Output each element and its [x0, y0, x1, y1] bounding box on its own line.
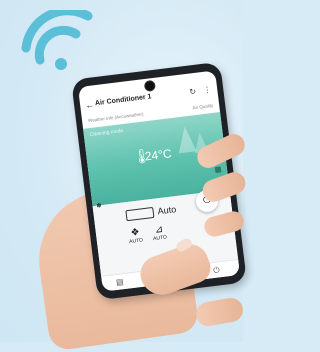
eco-icon[interactable]: ✽ [96, 202, 102, 210]
power-nav-icon[interactable]: ⏻ [213, 265, 220, 276]
more-vertical-icon[interactable]: ⋮ [203, 85, 212, 95]
fan-mode-button[interactable]: ❖ AUTO [124, 226, 148, 246]
mode-text: Cleaning mode [89, 128, 124, 139]
device-mode-label[interactable]: Auto [157, 204, 177, 216]
back-arrow-icon[interactable]: ← [85, 99, 95, 110]
temperature-value: 24°C [144, 146, 173, 164]
air-quality-label[interactable]: Air Quality [192, 103, 213, 110]
air-conditioner-icon [125, 206, 155, 222]
wifi-icon [21, 10, 93, 70]
mode-label: AUTO [128, 237, 144, 246]
mode-label: AUTO [152, 234, 168, 243]
refresh-icon[interactable]: ↻ [189, 87, 197, 97]
page-title: Air Conditioner 1 [94, 93, 152, 108]
status-badge [214, 166, 222, 174]
schedule-icon[interactable]: ▤ [116, 277, 125, 287]
wind-mode-button[interactable]: ⊿ AUTO [147, 223, 171, 243]
